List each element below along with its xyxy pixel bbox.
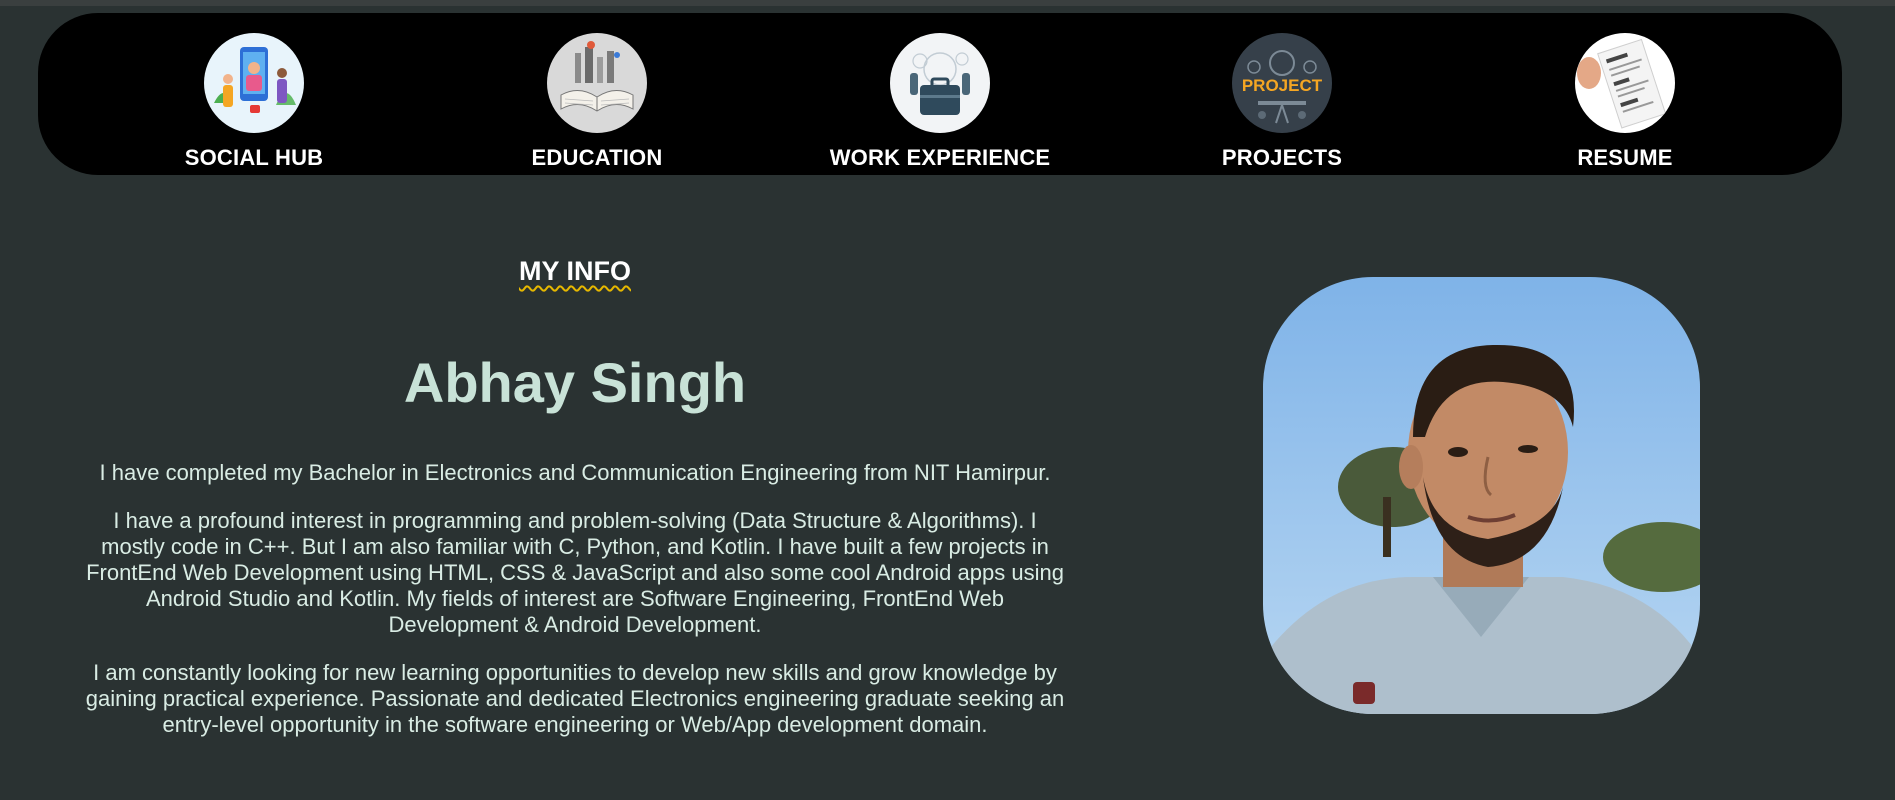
nav-item-work-experience[interactable]: WORK EXPERIENCE	[790, 33, 1090, 171]
education-book-thumbnail-icon	[547, 33, 647, 133]
nav-item-label: PROJECTS	[1221, 145, 1343, 170]
nav-item-label: WORK EXPERIENCE	[829, 145, 1051, 170]
social-hub-thumbnail-icon	[204, 33, 304, 133]
nav-item-label: SOCIAL HUB	[184, 145, 324, 170]
bio-text: I have completed my Bachelor in Electron…	[80, 460, 1070, 760]
bio-paragraph: I have a profound interest in programmin…	[86, 508, 1064, 637]
browser-top-edge	[0, 0, 1895, 6]
svg-text:PROJECT: PROJECT	[1242, 76, 1323, 95]
section-title: MY INFO	[0, 256, 1150, 287]
profile-portrait-image	[1263, 277, 1700, 714]
nav-item-projects[interactable]: PROJECT PROJECTS	[1132, 33, 1432, 171]
resume-thumbnail-icon	[1575, 33, 1675, 133]
nav-item-social-hub[interactable]: SOCIAL HUB	[104, 33, 404, 171]
profile-name: Abhay Singh	[403, 351, 747, 414]
work-experience-thumbnail-icon	[890, 33, 990, 133]
nav-item-label: RESUME	[1577, 145, 1673, 170]
top-navigation-bar: SOCIAL HUB EDUCATION WORK EXPERIENCE PRO…	[38, 13, 1842, 175]
nav-item-education[interactable]: EDUCATION	[447, 33, 747, 171]
bio-paragraph: I am constantly looking for new learning…	[85, 660, 1065, 737]
section-title-text: MY INFO	[518, 256, 631, 286]
bio-paragraph: I have completed my Bachelor in Electron…	[99, 460, 1051, 485]
nav-item-label: EDUCATION	[531, 145, 663, 170]
projects-thumbnail-icon: PROJECT	[1232, 33, 1332, 133]
nav-item-resume[interactable]: RESUME	[1475, 33, 1775, 171]
profile-photo	[1263, 277, 1700, 714]
